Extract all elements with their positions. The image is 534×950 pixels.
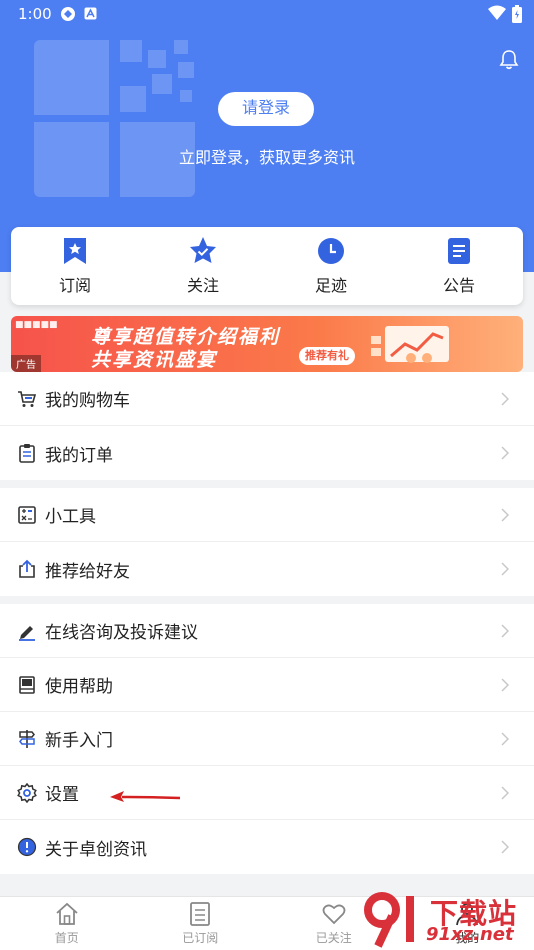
menu-item-recommend[interactable]: 推荐给好友 bbox=[0, 542, 534, 596]
quick-nav-label: 订阅 bbox=[58, 276, 91, 295]
menu-item-label: 关于卓创资讯 bbox=[45, 839, 147, 860]
status-time: 1:00 bbox=[18, 5, 52, 23]
banner-subline: 共享资讯盛宴 bbox=[91, 349, 218, 371]
chevron-right-icon bbox=[501, 508, 510, 522]
tab-subscribed[interactable]: 已订阅 bbox=[134, 897, 268, 950]
watermark-url: 91xz.net bbox=[426, 924, 514, 945]
share-icon bbox=[19, 559, 35, 578]
banner-illustration bbox=[371, 326, 449, 363]
tab-home[interactable]: 首页 bbox=[0, 897, 134, 950]
quick-nav-card: 订阅 关注 足迹 公告 bbox=[11, 227, 523, 305]
signpost-icon bbox=[19, 729, 35, 748]
bell-icon[interactable] bbox=[498, 48, 520, 70]
menu-item-label: 在线咨询及投诉建议 bbox=[45, 623, 198, 643]
menu-item-label: 我的购物车 bbox=[45, 391, 130, 411]
chevron-right-icon bbox=[501, 678, 510, 692]
gear-icon bbox=[17, 782, 37, 803]
annotation-arrow bbox=[110, 791, 181, 802]
chevron-right-icon bbox=[501, 562, 510, 576]
tab-label: 已订阅 bbox=[182, 931, 219, 945]
promo-banner[interactable]: ■■■■■ 尊享超值转介绍福利 共享资讯盛宴 推荐有礼 广告 bbox=[11, 316, 523, 372]
quick-nav-follow[interactable]: 关注 bbox=[139, 227, 267, 305]
banner-brand-logo: ■■■■■ bbox=[15, 320, 58, 330]
login-tip: 立即登录，获取更多资讯 bbox=[178, 148, 355, 167]
chevron-right-icon bbox=[501, 840, 510, 854]
document-icon bbox=[448, 238, 470, 264]
clock-icon bbox=[318, 238, 344, 264]
heart-icon bbox=[322, 904, 346, 925]
cart-icon bbox=[18, 390, 37, 407]
chevron-right-icon bbox=[501, 786, 510, 800]
header-decoration bbox=[34, 40, 204, 200]
chevron-right-icon bbox=[501, 732, 510, 746]
menu-item-orders[interactable]: 我的订单 bbox=[0, 426, 534, 480]
home-icon bbox=[56, 902, 78, 925]
menu-item-tools[interactable]: 小工具 bbox=[0, 488, 534, 542]
chevron-right-icon bbox=[501, 624, 510, 638]
quick-nav-label: 足迹 bbox=[314, 276, 347, 295]
ad-tag: 广告 bbox=[11, 355, 41, 372]
quick-nav-label: 公告 bbox=[442, 276, 475, 295]
menu-item-feedback[interactable]: 在线咨询及投诉建议 bbox=[0, 604, 534, 658]
menu-item-label: 使用帮助 bbox=[45, 677, 113, 697]
sync-icon bbox=[61, 7, 75, 21]
tab-label: 首页 bbox=[54, 931, 79, 945]
bookmark-star-icon bbox=[64, 238, 86, 264]
menu-item-label: 推荐给好友 bbox=[45, 561, 130, 582]
banner-pill: 推荐有礼 bbox=[299, 347, 355, 365]
battery-icon bbox=[512, 5, 522, 23]
menu-item-label: 设置 bbox=[45, 785, 79, 805]
quick-nav-subscribe[interactable]: 订阅 bbox=[11, 227, 139, 305]
menu-item-cart[interactable]: 我的购物车 bbox=[0, 372, 534, 426]
chevron-right-icon bbox=[501, 446, 510, 460]
quick-nav-notice[interactable]: 公告 bbox=[395, 227, 523, 305]
status-bar: 1:00 bbox=[0, 0, 534, 30]
menu-item-settings[interactable]: 设置 bbox=[0, 766, 534, 820]
info-icon bbox=[17, 837, 37, 857]
menu-group-support: 在线咨询及投诉建议 使用帮助 新手入门 设置 关于卓创资讯 bbox=[0, 604, 534, 874]
menu-item-label: 我的订单 bbox=[45, 445, 113, 466]
tab-label: 已关注 bbox=[315, 931, 352, 945]
star-check-icon bbox=[190, 237, 216, 263]
site-watermark: 下载站 91xz.net bbox=[360, 890, 530, 948]
menu-item-about[interactable]: 关于卓创资讯 bbox=[0, 820, 534, 874]
menu-item-label: 小工具 bbox=[45, 507, 96, 527]
menu-item-beginner[interactable]: 新手入门 bbox=[0, 712, 534, 766]
chevron-right-icon bbox=[501, 392, 510, 406]
pen-icon bbox=[19, 625, 35, 641]
login-button[interactable]: 请登录 bbox=[218, 92, 314, 126]
wifi-icon bbox=[488, 5, 506, 20]
menu-group-shopping: 我的购物车 我的订单 bbox=[0, 372, 534, 480]
list-icon bbox=[190, 902, 211, 926]
menu-group-tools: 小工具 推荐给好友 bbox=[0, 488, 534, 596]
watermark-logo bbox=[364, 892, 414, 948]
menu-item-label: 新手入门 bbox=[45, 731, 113, 751]
menu-item-help[interactable]: 使用帮助 bbox=[0, 658, 534, 712]
clipboard-icon bbox=[19, 444, 35, 463]
app-notification-icon bbox=[84, 7, 97, 20]
quick-nav-label: 关注 bbox=[186, 276, 219, 295]
tool-icon bbox=[18, 505, 36, 524]
book-icon bbox=[19, 675, 35, 694]
quick-nav-history[interactable]: 足迹 bbox=[267, 227, 395, 305]
